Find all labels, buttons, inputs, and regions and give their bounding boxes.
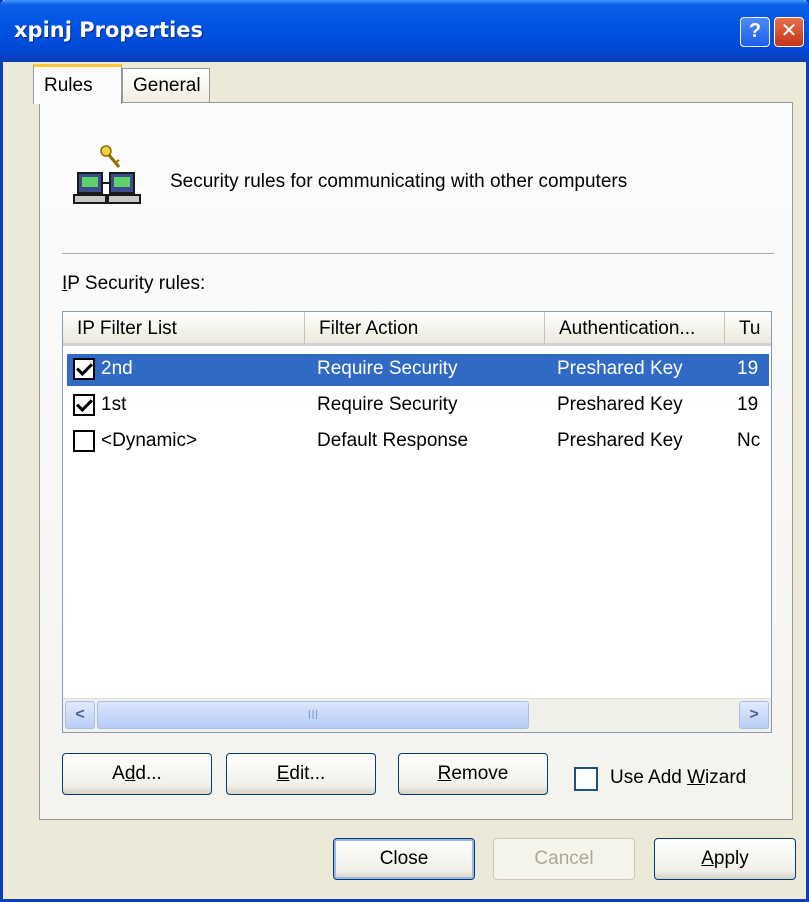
rule-auth: Preshared Key: [557, 394, 683, 415]
close-button[interactable]: Close: [333, 838, 475, 880]
window-title: xpinj Properties: [14, 18, 204, 42]
rule-auth: Preshared Key: [557, 430, 683, 451]
ip-security-rules-label: IP Security rules:: [62, 273, 206, 294]
title-bar[interactable]: xpinj Properties ? ✕: [0, 0, 809, 62]
edit-button[interactable]: Edit...: [226, 753, 376, 795]
rule-tunnel: Nc: [737, 430, 761, 451]
scroll-right-icon[interactable]: >: [739, 701, 769, 729]
separator: [62, 253, 774, 255]
rule-checkbox[interactable]: [73, 394, 95, 416]
use-add-wizard-checkbox[interactable]: [574, 767, 598, 791]
table-row[interactable]: <Dynamic> Default Response Preshared Key…: [67, 426, 769, 458]
network-key-icon: [73, 145, 141, 204]
add-button[interactable]: Add...: [62, 753, 212, 795]
rule-name: 2nd: [101, 358, 133, 379]
rules-listview[interactable]: IP Filter List Filter Action Authenticat…: [62, 311, 772, 733]
rule-action: Require Security: [317, 358, 458, 379]
header-description: Security rules for communicating with ot…: [170, 171, 628, 192]
column-authentication[interactable]: Authentication...: [545, 312, 725, 346]
rules-panel: Security rules for communicating with ot…: [39, 102, 793, 820]
rule-name: <Dynamic>: [101, 430, 198, 451]
column-ip-filter-list[interactable]: IP Filter List: [63, 312, 305, 346]
scroll-left-icon[interactable]: <: [65, 701, 95, 729]
close-window-button[interactable]: ✕: [774, 17, 804, 47]
cancel-button[interactable]: Cancel: [493, 838, 635, 880]
rule-tunnel: 19: [737, 394, 759, 415]
rule-checkbox[interactable]: [73, 430, 95, 452]
tab-rules[interactable]: Rules: [33, 64, 122, 104]
table-row[interactable]: 2nd Require Security Preshared Key 19: [67, 354, 769, 386]
column-filter-action[interactable]: Filter Action: [305, 312, 545, 346]
rule-auth: Preshared Key: [557, 358, 683, 379]
scroll-thumb[interactable]: III: [97, 701, 529, 729]
rule-name: 1st: [101, 394, 127, 415]
tab-general[interactable]: General: [122, 68, 210, 102]
rule-tunnel: 19: [737, 358, 759, 379]
table-row[interactable]: 1st Require Security Preshared Key 19: [67, 390, 769, 422]
apply-button[interactable]: Apply: [654, 838, 796, 880]
rule-action: Require Security: [317, 394, 458, 415]
properties-dialog: xpinj Properties ? ✕ Rules General Secur…: [0, 0, 809, 902]
rule-checkbox[interactable]: [73, 358, 95, 380]
remove-button[interactable]: Remove: [398, 753, 548, 795]
column-tunnel[interactable]: Tu: [725, 312, 771, 346]
use-add-wizard-label: Use Add Wizard: [610, 767, 747, 788]
help-button[interactable]: ?: [740, 17, 770, 47]
rule-action: Default Response: [317, 430, 469, 451]
horizontal-scrollbar[interactable]: < III >: [63, 698, 771, 732]
